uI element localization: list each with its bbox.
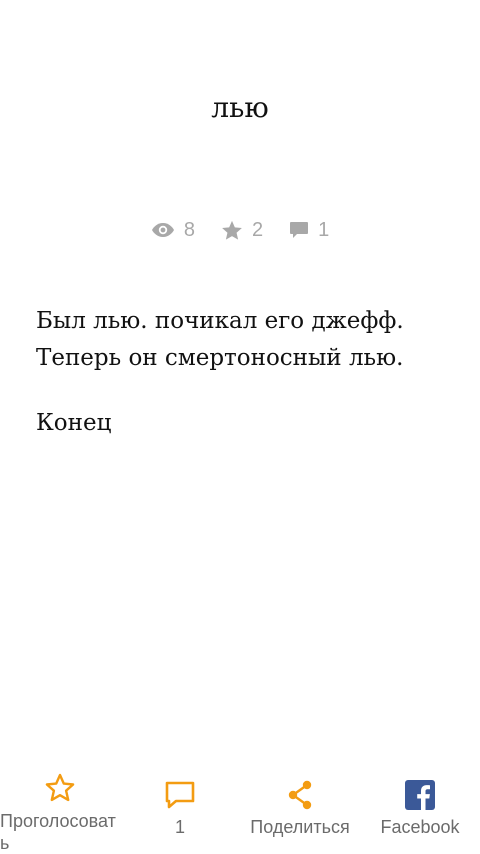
- story-stats: 8 2 1: [0, 216, 480, 244]
- facebook-icon: [405, 780, 435, 810]
- star-icon: [222, 220, 242, 240]
- eye-icon: [151, 223, 174, 237]
- bottom-action-bar: Проголосовать 1 Поделиться Facebook: [0, 766, 480, 854]
- share-icon: [288, 780, 312, 810]
- vote-label: Проголосовать: [0, 811, 116, 853]
- comments-count: 1: [318, 218, 330, 241]
- facebook-label: Facebook: [380, 817, 460, 837]
- facebook-button[interactable]: Facebook: [360, 766, 480, 854]
- star-outline-icon: [45, 773, 75, 802]
- story-title: лью: [211, 91, 269, 124]
- votes-stat: 2: [221, 219, 263, 242]
- share-label: Поделиться: [250, 817, 350, 837]
- comments-button[interactable]: 1: [120, 766, 240, 854]
- views-count: 8: [183, 218, 195, 241]
- comment-icon: [290, 222, 309, 238]
- comments-button-count: 1: [174, 817, 185, 837]
- story-paragraph: Конец: [36, 410, 112, 436]
- vote-button[interactable]: Проголосовать: [0, 766, 120, 854]
- votes-count: 2: [251, 218, 264, 241]
- comment-outline-icon: [165, 781, 195, 809]
- story-body: Был лью. почикал его джефф. Теперь он см…: [36, 303, 456, 442]
- comments-stat: 1: [289, 219, 329, 242]
- views-stat: 8: [151, 219, 195, 242]
- story-paragraph: Был лью. почикал его джефф. Теперь он см…: [36, 308, 404, 371]
- share-button[interactable]: Поделиться: [240, 766, 360, 854]
